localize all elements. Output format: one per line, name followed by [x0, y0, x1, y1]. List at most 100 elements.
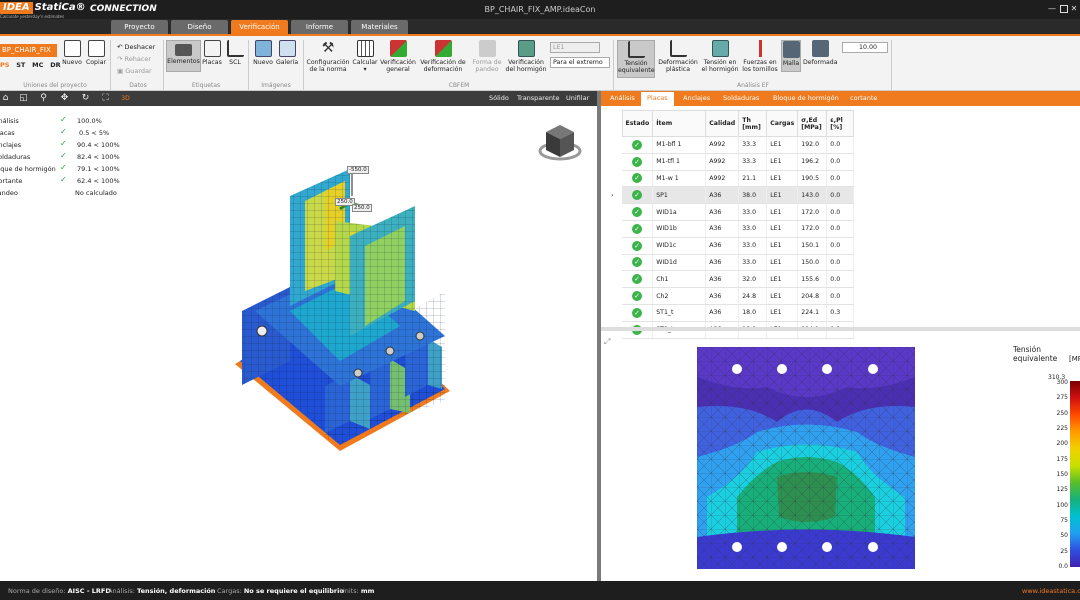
image-new-button[interactable]: Nuevo	[252, 40, 274, 66]
buckling-button[interactable]: Forma de pandeo	[472, 40, 502, 73]
table-cell: 0.0	[826, 203, 855, 221]
close-icon[interactable]: ✕	[1068, 3, 1080, 15]
tab-welds[interactable]: Soldaduras	[723, 94, 759, 102]
tab-shear[interactable]: cortante	[850, 94, 877, 102]
concrete-stress-icon	[711, 40, 729, 57]
expand-icon[interactable]: ⤢	[604, 337, 610, 347]
3d-model[interactable]	[230, 161, 460, 461]
new-project-button[interactable]: Nuevo	[61, 40, 83, 66]
ribbon-separator	[110, 40, 111, 90]
table-cell: A992	[705, 136, 740, 154]
3d-viewport[interactable]: ⌂ ◱ ⚲ ✥ ↻ ⛶ 3D Sólido Transparente Unifi…	[0, 91, 597, 581]
load-case-select[interactable]: LE1	[550, 42, 600, 53]
tab-concrete-block[interactable]: Bloque de hormigón	[773, 94, 839, 102]
zoom-window-icon[interactable]: ◱	[18, 93, 29, 104]
undo-button[interactable]: ↶ Deshacer	[117, 42, 155, 52]
status-bar: Norma de diseño: AISC - LRFD Análisis: T…	[0, 581, 1080, 600]
table-row[interactable]: ✓ WID1a A36 33.0 LE1 172.0 0.0	[608, 203, 855, 221]
tab-proyecto[interactable]: Proyecto	[111, 20, 168, 34]
legend-tick: 300	[1056, 379, 1068, 386]
zoom-icon[interactable]: ⚲	[38, 93, 49, 104]
col-estado[interactable]: Estado	[621, 110, 654, 137]
code-st[interactable]: ST	[16, 61, 25, 69]
redo-button[interactable]: ↷ Rehacer	[117, 54, 151, 64]
tab-informe[interactable]: Informe	[291, 20, 348, 34]
gallery-button[interactable]: Galería	[276, 40, 298, 66]
table-cell: LE1	[766, 270, 799, 289]
table-cell: 18.0	[738, 304, 768, 322]
deformed-button[interactable]: Deformada	[803, 40, 838, 66]
table-cell: A36	[705, 220, 740, 238]
check-ok-icon: ✓	[632, 274, 643, 285]
minimize-icon[interactable]: —	[1046, 3, 1058, 15]
code-ps[interactable]: PS	[0, 61, 9, 69]
save-button[interactable]: ▣ Guardar	[117, 66, 152, 76]
concrete-check-icon	[517, 40, 535, 57]
home-icon[interactable]: ⌂	[0, 93, 11, 104]
plastic-strain-button[interactable]: Deformación plástica	[658, 40, 698, 73]
rotate-icon[interactable]: ↻	[80, 93, 91, 104]
mode-transparent[interactable]: Transparente	[517, 94, 559, 102]
concrete-check-button[interactable]: Verificación del hormigón	[505, 40, 547, 73]
member-end-select[interactable]: Para el extremo	[550, 57, 610, 68]
table-row[interactable]: ✓ M1-tfl 1 A992 33.3 LE1 196.2 0.0	[608, 153, 855, 171]
code-mc[interactable]: MC	[32, 61, 43, 69]
table-cell: M1-w 1	[652, 170, 707, 188]
col-sigma[interactable]: σ,Ed [MPa]	[797, 110, 828, 137]
table-cell: ST1_t	[652, 304, 707, 322]
maximize-icon[interactable]	[1060, 5, 1068, 13]
col-calidad[interactable]: Calidad	[705, 110, 740, 137]
labels-plates-button[interactable]: Placas	[202, 40, 222, 66]
mode-solid[interactable]: Sólido	[489, 94, 509, 102]
copy-project-button[interactable]: Copiar	[85, 40, 107, 66]
equivalent-stress-button[interactable]: Tensión equivalente	[617, 40, 655, 78]
table-row[interactable]: ✓ WID1b A36 33.0 LE1 172.0 0.0	[608, 220, 855, 238]
anchor-bolt	[256, 325, 268, 337]
table-row[interactable]: ✓ Ch1 A36 32.0 LE1 155.6 0.0	[608, 270, 855, 289]
bolt-forces-button[interactable]: Fuerzas en los tornillos	[741, 40, 779, 73]
status-cell: ✓	[622, 220, 654, 238]
pan-icon[interactable]: ✥	[59, 93, 70, 104]
col-epsilon[interactable]: ε,Pl [%]	[826, 110, 855, 137]
mode-wireframe[interactable]: Unifilar	[566, 94, 589, 102]
stress-icon	[627, 41, 645, 58]
anchor-bolt	[385, 346, 395, 356]
table-row[interactable]: › ✓ SP1 A36 38.0 LE1 143.0 0.0	[608, 186, 855, 205]
tab-verificacion[interactable]: Verificación	[231, 20, 288, 34]
table-row[interactable]: ✓ Ch2 A36 24.8 LE1 204.8 0.0	[608, 287, 855, 305]
table-cell: 0.0	[826, 136, 855, 154]
bolt-hole	[732, 542, 742, 552]
labels-scl-button[interactable]: SCL	[225, 40, 245, 66]
labels-elements-button[interactable]: Elementos	[166, 40, 201, 72]
table-cell: LE1	[766, 153, 799, 171]
fit-icon[interactable]: ⛶	[100, 93, 111, 104]
deformation-scale-input[interactable]: 10.00	[842, 42, 888, 53]
website-link[interactable]: www.ideastatica.com	[1022, 587, 1080, 595]
col-item[interactable]: Ítem	[652, 110, 707, 137]
table-row[interactable]: ✓ WID1d A36 33.0 LE1 150.0 0.0	[608, 254, 855, 272]
table-cell: LE1	[766, 254, 799, 272]
col-cargas[interactable]: Cargas	[766, 110, 799, 137]
table-row[interactable]: ✓ ST1_t A36 18.0 LE1 224.1 0.3	[608, 304, 855, 322]
tab-plates[interactable]: Placas	[641, 92, 674, 106]
legend-color-bar	[1070, 381, 1080, 567]
calculate-button[interactable]: Calcular ▾	[352, 40, 378, 73]
mesh-button[interactable]: Malla	[781, 40, 801, 72]
table-row[interactable]: ✓ WID1c A36 33.0 LE1 150.1 0.0	[608, 237, 855, 255]
table-row[interactable]: ✓ M1-w 1 A992 21.1 LE1 190.5 0.0	[608, 170, 855, 188]
code-dr[interactable]: DR	[50, 61, 60, 69]
tab-anchors[interactable]: Anclajes	[683, 94, 710, 102]
view-cube[interactable]	[538, 121, 582, 165]
tab-analysis[interactable]: Análisis	[610, 94, 635, 102]
col-th[interactable]: Th [mm]	[738, 110, 768, 137]
tab-diseno[interactable]: Diseño	[171, 20, 228, 34]
table-row[interactable]: ✓ M1-bfl 1 A992 33.3 LE1 192.0 0.0	[608, 136, 855, 154]
3d-icon[interactable]: 3D	[120, 93, 131, 104]
concrete-stress-button[interactable]: Tensión en el hormigón	[700, 40, 740, 73]
code-setup-button[interactable]: ⚒ Configuración de la norma	[306, 40, 350, 73]
check-general-button[interactable]: Verificación general	[380, 40, 416, 73]
tab-materiales[interactable]: Materiales	[351, 20, 408, 34]
check-deformation-button[interactable]: Verificación de deformación	[418, 40, 468, 73]
horizontal-splitter[interactable]	[601, 327, 1080, 331]
project-item-select[interactable]: BP_CHAIR_FIX	[0, 44, 57, 57]
